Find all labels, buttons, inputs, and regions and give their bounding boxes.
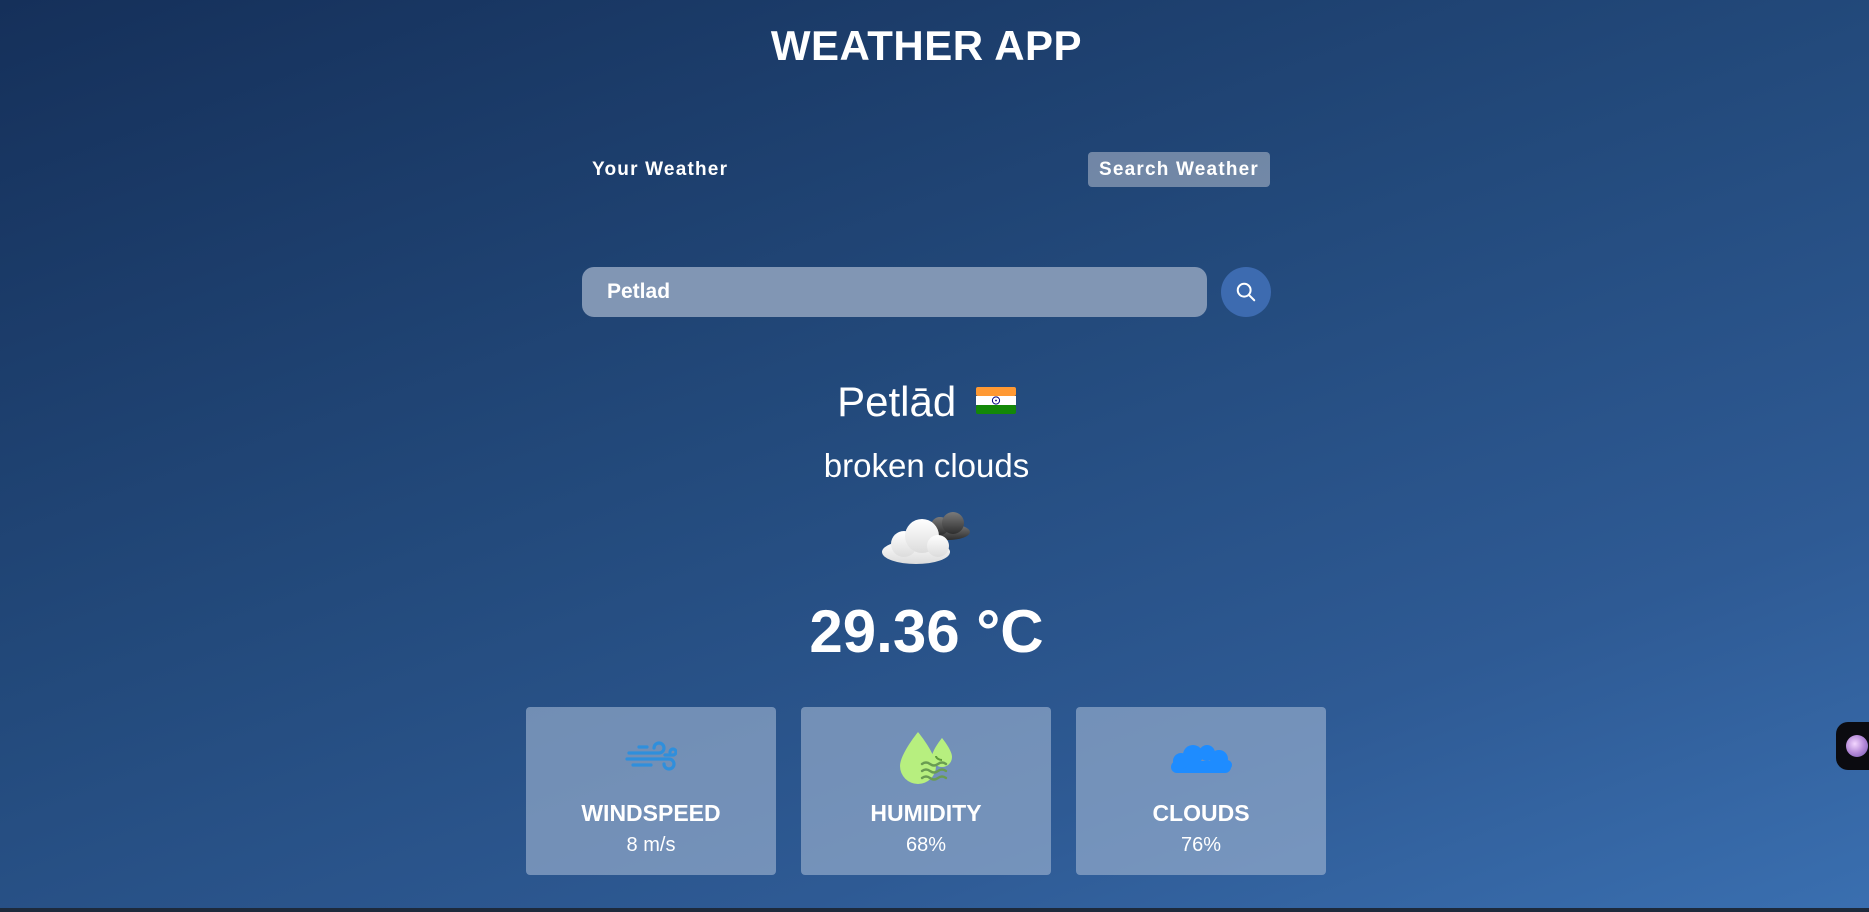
city-heading: Petlād bbox=[0, 374, 1853, 433]
temperature-readout: 29.36 °C bbox=[809, 598, 1044, 665]
bottom-edge-bar bbox=[0, 908, 1869, 912]
humidity-label: HUMIDITY bbox=[870, 800, 982, 826]
broken-clouds-icon bbox=[878, 510, 978, 570]
humidity-drops-icon bbox=[801, 729, 1051, 787]
clouds-value: 76% bbox=[1180, 834, 1222, 856]
windspeed-card: WINDSPEED 8 m/s bbox=[526, 707, 776, 875]
city-search-input[interactable] bbox=[582, 267, 1207, 317]
tab-search-weather[interactable]: Search Weather bbox=[1088, 152, 1270, 187]
windspeed-value: 8 m/s bbox=[626, 834, 676, 856]
city-name: Petlād bbox=[837, 378, 957, 425]
cloud-icon bbox=[1076, 729, 1326, 787]
wind-icon bbox=[526, 729, 776, 787]
windspeed-label: WINDSPEED bbox=[581, 800, 721, 826]
clouds-card: CLOUDS 76% bbox=[1076, 707, 1326, 875]
assistant-avatar-icon bbox=[1846, 735, 1868, 757]
search-button[interactable] bbox=[1221, 267, 1271, 317]
side-assistant-widget[interactable] bbox=[1836, 722, 1869, 770]
clouds-label: CLOUDS bbox=[1152, 800, 1250, 826]
search-icon bbox=[1236, 282, 1256, 302]
app-title: WEATHER APP bbox=[770, 22, 1083, 69]
humidity-card: HUMIDITY 68% bbox=[801, 707, 1051, 875]
tab-your-weather[interactable]: Your Weather bbox=[582, 152, 738, 187]
humidity-value: 68% bbox=[905, 834, 947, 856]
flag-india-icon bbox=[975, 373, 1016, 429]
weather-description: broken clouds bbox=[823, 447, 1030, 484]
